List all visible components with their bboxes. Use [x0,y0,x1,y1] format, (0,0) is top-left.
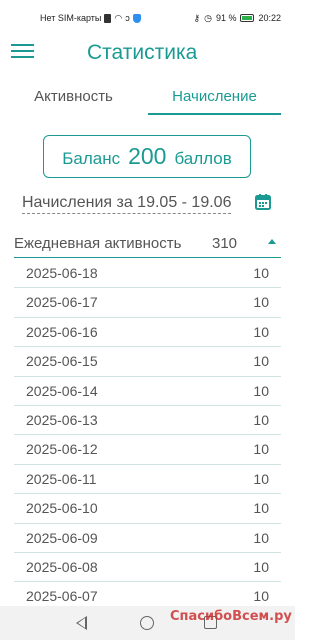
list-item: 2025-06-14 10 [14,377,281,406]
home-icon[interactable] [140,616,154,630]
row-date: 2025-06-14 [26,382,98,399]
row-value: 10 [253,529,269,546]
row-date: 2025-06-09 [26,529,98,546]
watermark: СпасибоВсем.ру [170,609,292,624]
list-item: 2025-06-08 10 [14,553,281,583]
period-selector: Начисления за 19.05 - 19.06 [22,192,277,216]
row-value: 10 [253,323,269,340]
balance-box: Баланс 200 баллов [43,135,251,178]
daily-activity-header[interactable]: Ежедневная активность 310 [14,232,281,258]
daily-activity-list[interactable]: 2025-06-18 10 2025-06-17 10 2025-06-16 10 2… [14,259,281,604]
sim-icon [104,13,112,23]
list-item: 2025-06-10 10 [14,494,281,524]
row-date: 2025-06-12 [26,441,98,458]
active-tab-indicator [148,113,281,115]
app-bar: Статистика [0,34,295,74]
battery-icon [240,14,255,22]
balance-unit: баллов [174,149,232,168]
daily-activity-label: Ежедневная активность [14,235,182,252]
list-item: 2025-06-07 10 [14,582,281,604]
tab-bar: Активность Начисление [0,80,295,116]
list-item: 2025-06-18 10 [14,259,281,289]
list-item: 2025-06-15 10 [14,347,281,377]
battery-percent: 91 % [215,13,237,23]
list-item: 2025-06-11 10 [14,465,281,495]
row-value: 10 [253,294,269,311]
key-icon: ⚷ [193,13,201,23]
nfc-icon: ↄ [125,13,130,23]
row-value: 10 [253,588,269,604]
row-value: 10 [253,500,269,517]
tab-activity[interactable]: Активность [0,80,147,114]
sort-up-icon[interactable] [268,239,276,244]
balance-value: 200 [128,143,167,169]
shield-icon [132,13,141,23]
status-bar: Нет SIM-карты ◠ ↄ ⚷ ◷ 91 % 20:22 [0,0,295,34]
daily-activity-total: 310 [212,235,238,252]
list-item: 2025-06-16 10 [14,318,281,348]
list-item: 2025-06-13 10 [14,406,281,436]
row-value: 10 [253,411,269,428]
row-date: 2025-06-15 [26,353,98,370]
status-bar-left: Нет SIM-карты ◠ ↄ [40,13,141,23]
page-title: Статистика [87,41,198,64]
back-icon[interactable] [76,616,87,630]
alarm-icon: ◷ [204,13,212,23]
row-value: 10 [253,441,269,458]
row-date: 2025-06-11 [26,470,97,487]
row-date: 2025-06-17 [26,294,98,311]
row-date: 2025-06-08 [26,558,98,575]
row-value: 10 [253,353,269,370]
list-item: 2025-06-09 10 [14,524,281,553]
clock-time: 20:22 [258,13,281,23]
row-date: 2025-06-13 [26,411,98,428]
list-item: 2025-06-12 10 [14,435,281,465]
wifi-icon: ◠ [114,13,123,23]
calendar-icon[interactable] [254,193,272,211]
list-item: 2025-06-17 10 [14,288,281,318]
row-date: 2025-06-10 [26,500,98,517]
row-value: 10 [253,382,269,399]
carrier-text: Нет SIM-карты [40,13,102,23]
balance-label: Баланс [62,149,121,168]
hamburger-menu-icon[interactable] [11,42,35,62]
row-date: 2025-06-07 [26,588,98,604]
row-value: 10 [253,470,269,487]
tab-accrual[interactable]: Начисление [148,80,281,114]
period-text[interactable]: Начисления за 19.05 - 19.06 [22,194,232,214]
status-bar-right: ⚷ ◷ 91 % 20:22 [194,13,282,23]
row-date: 2025-06-16 [26,323,98,340]
row-value: 10 [253,265,269,281]
row-value: 10 [253,558,269,575]
row-date: 2025-06-18 [26,265,98,281]
